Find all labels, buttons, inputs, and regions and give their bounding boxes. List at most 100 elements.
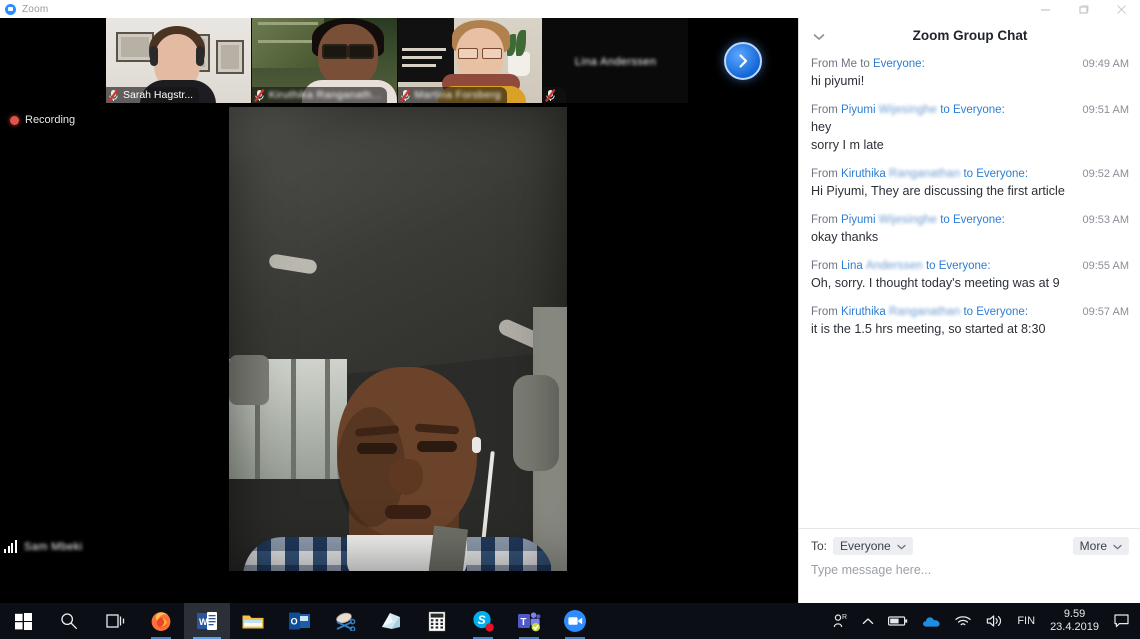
message-input[interactable]: Type message here... xyxy=(799,555,1140,577)
show-hidden-icons-button[interactable] xyxy=(855,603,881,639)
chat-message-text: it is the 1.5 hrs meeting, so started at… xyxy=(811,322,1046,336)
close-button[interactable] xyxy=(1102,0,1140,18)
next-page-button[interactable] xyxy=(724,41,762,80)
eyeglasses xyxy=(347,44,374,59)
clock-time: 9.59 xyxy=(1063,608,1086,620)
chat-message: From Kiruthika Ranganathan to Everyone: … xyxy=(811,166,1129,200)
file-explorer-button[interactable] xyxy=(230,603,276,639)
chat-message: From Kiruthika Ranganathan to Everyone: … xyxy=(811,304,1129,338)
chat-message: From Me to Everyone: 09:49 AM hi piyumi! xyxy=(811,56,1129,90)
volume-icon[interactable] xyxy=(979,603,1010,639)
wall-poster xyxy=(397,18,454,82)
thumbnail-name-text: Martina Forsberg xyxy=(414,89,501,101)
mic-muted-icon xyxy=(253,88,265,102)
sticky-notes-button[interactable] xyxy=(368,603,414,639)
scissors-icon xyxy=(335,612,355,631)
chat-message-header: From Me to Everyone: 09:49 AM xyxy=(811,56,1129,72)
participant-filmstrip: Sarah Hagstr... Kiruthika Ranganath... M… xyxy=(106,18,688,103)
chevron-down-icon xyxy=(1113,539,1122,553)
chat-message-text: Hi Piyumi, They are discussing the first… xyxy=(811,184,1065,198)
video-vignette xyxy=(229,107,567,571)
zoom-logo-icon xyxy=(5,3,16,15)
firefox-button[interactable] xyxy=(138,603,184,639)
eyeglasses xyxy=(457,48,478,59)
chat-message-time: 09:55 AM xyxy=(1082,260,1129,272)
system-tray: R FIN 9.59 23.4.2019 xyxy=(825,603,1140,639)
participant-thumbnail[interactable]: Martina Forsberg xyxy=(397,18,543,103)
start-button[interactable] xyxy=(0,603,46,639)
window-frame-bar xyxy=(257,22,318,25)
headphone-cup xyxy=(150,46,158,66)
chat-panel: Zoom Group Chat From Me to Everyone: 09:… xyxy=(798,18,1140,603)
chat-header: Zoom Group Chat xyxy=(799,18,1140,52)
svg-text:R: R xyxy=(842,614,847,621)
participant-thumbnail[interactable]: Sarah Hagstr... xyxy=(106,18,251,103)
signal-strength-icon xyxy=(4,540,18,553)
chat-message-sender: From Kiruthika Ranganathan to Everyone: xyxy=(811,168,1029,180)
participant-thumbnail[interactable]: Lina Anderssen xyxy=(543,18,688,103)
window-title-bar: Zoom xyxy=(0,0,1140,19)
thumbnail-name-text: Sarah Hagstr... xyxy=(123,89,194,101)
calculator-button[interactable] xyxy=(414,603,460,639)
chat-message-text: sorry I m late xyxy=(811,138,884,152)
eyeglasses xyxy=(321,44,348,59)
maximize-button[interactable] xyxy=(1064,0,1102,18)
word-button[interactable]: W xyxy=(184,603,230,639)
task-view-button[interactable] xyxy=(92,603,138,639)
teams-button[interactable]: T xyxy=(506,603,552,639)
chat-message: From Piyumi Wijesinghe to Everyone: 09:5… xyxy=(811,102,1129,154)
outlook-button[interactable]: O xyxy=(276,603,322,639)
next-page-area xyxy=(688,18,798,103)
svg-text:S: S xyxy=(477,613,485,627)
language-indicator[interactable]: FIN xyxy=(1010,603,1042,639)
task-view-icon xyxy=(105,614,124,628)
notification-icon xyxy=(1114,614,1129,628)
chat-message-sender: From Kiruthika Ranganathan to Everyone: xyxy=(811,306,1029,318)
chat-message-sender: From Me to Everyone: xyxy=(811,58,925,70)
chat-recipient-row: To: Everyone More xyxy=(799,529,1140,555)
chat-message-text: hi piyumi! xyxy=(811,74,865,88)
skype-button[interactable]: S xyxy=(460,603,506,639)
active-speaker-video[interactable] xyxy=(229,107,567,571)
chat-message-list[interactable]: From Me to Everyone: 09:49 AM hi piyumi!… xyxy=(799,56,1140,528)
window-controls xyxy=(1026,0,1140,18)
zoom-meeting-window: Zoom Sarah Hagstr... Kiruthika Ranganath… xyxy=(0,0,1140,639)
audio-only-name: Lina Anderssen xyxy=(574,56,657,68)
thumbnail-name-label xyxy=(543,87,567,103)
onedrive-icon[interactable] xyxy=(915,603,948,639)
zoom-button[interactable] xyxy=(552,603,598,639)
chat-message-sender: From Lina Anderssen to Everyone: xyxy=(811,260,991,272)
chevron-down-icon xyxy=(897,539,906,553)
thumbnail-name-label: Martina Forsberg xyxy=(397,87,507,103)
battery-icon[interactable] xyxy=(881,603,915,639)
chat-footer: To: Everyone More Type message here... xyxy=(799,528,1140,603)
recording-label: Recording xyxy=(25,114,76,126)
zoom-camera-icon xyxy=(564,610,586,632)
action-center-button[interactable] xyxy=(1107,603,1136,639)
more-button[interactable]: More xyxy=(1072,537,1129,555)
minimize-button[interactable] xyxy=(1026,0,1064,18)
more-label: More xyxy=(1079,539,1107,553)
chat-message-sender: From Piyumi Wijesinghe to Everyone: xyxy=(811,214,1005,226)
outlook-icon: O xyxy=(288,612,310,630)
clock[interactable]: 9.59 23.4.2019 xyxy=(1042,608,1107,634)
clock-date: 23.4.2019 xyxy=(1050,621,1099,633)
search-button[interactable] xyxy=(46,603,92,639)
svg-text:W: W xyxy=(199,617,208,627)
chat-collapse-button[interactable] xyxy=(813,28,825,46)
snipping-tool-button[interactable] xyxy=(322,603,368,639)
participant-thumbnail[interactable]: Kiruthika Ranganath... xyxy=(251,18,397,103)
wifi-icon[interactable] xyxy=(948,603,979,639)
self-name-overlay: Sam Mbeki xyxy=(4,540,83,553)
recipient-value: Everyone xyxy=(840,539,891,553)
chat-message-time: 09:57 AM xyxy=(1082,306,1129,318)
recipient-dropdown[interactable]: Everyone xyxy=(833,537,913,555)
people-icon[interactable]: R xyxy=(825,603,855,639)
chat-message-text: hey xyxy=(811,120,832,134)
window-frame-bar xyxy=(257,40,318,43)
search-icon xyxy=(61,613,78,630)
mic-muted-icon xyxy=(545,88,556,102)
chat-message-sender: From Piyumi Wijesinghe to Everyone: xyxy=(811,104,1005,116)
skype-icon: S xyxy=(472,611,494,632)
svg-text:O: O xyxy=(290,617,297,627)
